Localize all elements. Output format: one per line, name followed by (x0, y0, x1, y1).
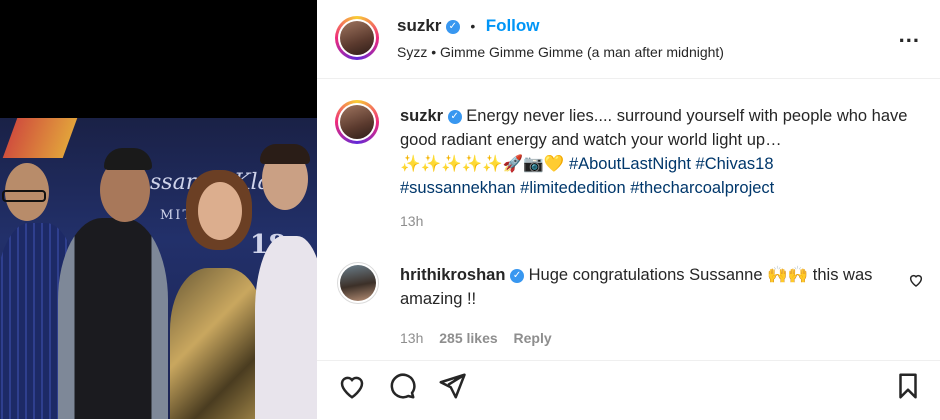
verified-icon: ✓ (445, 19, 460, 34)
caption-author-avatar[interactable] (335, 100, 379, 144)
comment-username[interactable]: hrithikroshan (400, 266, 505, 284)
caption-hashtags-1[interactable]: #AboutLastNight #Chivas18 (569, 155, 774, 173)
person-4 (255, 236, 317, 419)
post-media[interactable]: ssanne Klan MITED E 18 (0, 0, 317, 419)
backdrop-stripe (2, 118, 78, 158)
author-avatar[interactable] (335, 16, 379, 60)
like-icon[interactable] (337, 371, 369, 403)
author-line: suzkr ✓ • Follow (397, 16, 540, 36)
person-2-cap (104, 148, 152, 170)
person-2 (58, 218, 168, 419)
caption-username[interactable]: suzkr (400, 107, 443, 125)
comment-meta: 13h 285 likes Reply (400, 330, 552, 346)
post-photo[interactable]: ssanne Klan MITED E 18 (0, 118, 317, 419)
caption-emojis: ✨✨✨✨✨🚀📷💛 (400, 155, 565, 173)
caption-hashtags-2[interactable]: #sussannekhan #limitededition #thecharco… (400, 179, 774, 197)
comment-likes[interactable]: 285 likes (439, 330, 497, 346)
person-3-face (198, 182, 242, 240)
follow-button[interactable]: Follow (486, 16, 540, 35)
person-4-hair (260, 144, 310, 164)
author-username[interactable]: suzkr (397, 16, 441, 35)
comment-reply-button[interactable]: Reply (514, 330, 552, 346)
caption-time[interactable]: 13h (400, 213, 423, 229)
more-options-icon[interactable]: ... (899, 22, 920, 48)
post-actions (317, 360, 940, 420)
verified-icon: ✓ (447, 109, 462, 124)
caption-text: Energy never lies.... surround yourself … (400, 107, 908, 149)
separator-dot: • (470, 18, 476, 34)
post-header: suzkr ✓ • Follow Syzz • Gimme Gimme Gimm… (317, 0, 940, 79)
verified-icon: ✓ (510, 268, 525, 283)
person-3 (170, 268, 265, 419)
comment-time[interactable]: 13h (400, 330, 423, 346)
comment: hrithikroshan ✓ Huge congratulations Sus… (400, 263, 880, 311)
person-1-glasses (2, 190, 46, 202)
post-panel: suzkr ✓ • Follow Syzz • Gimme Gimme Gimm… (317, 0, 940, 419)
audio-track[interactable]: Syzz • Gimme Gimme Gimme (a man after mi… (397, 44, 724, 60)
post-caption: suzkr ✓ Energy never lies.... surround y… (400, 104, 910, 200)
share-icon[interactable] (437, 371, 469, 403)
save-icon[interactable] (893, 371, 925, 403)
comment-icon[interactable] (387, 371, 419, 403)
commenter-avatar[interactable] (337, 262, 379, 304)
comment-like-icon[interactable] (908, 272, 924, 293)
